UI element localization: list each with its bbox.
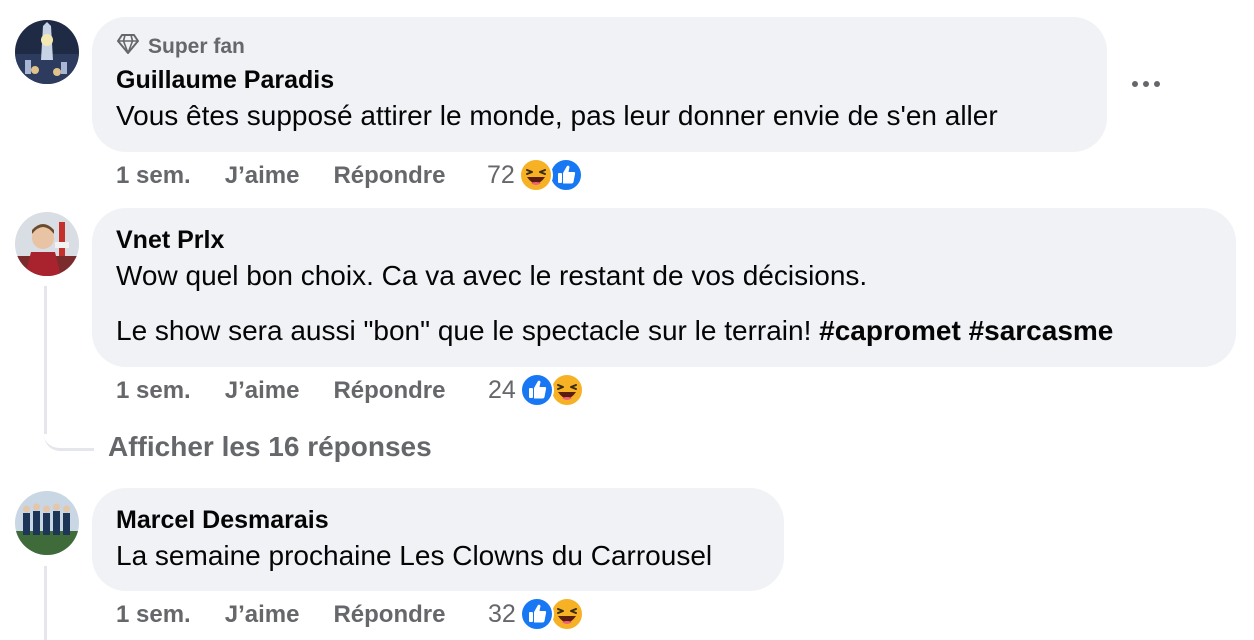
reply-button[interactable]: Répondre — [333, 162, 445, 190]
comment-time[interactable]: 1 sem. — [116, 377, 191, 405]
comment-bubble: Vnet Prlx Wow quel bon choix. Ca va avec… — [92, 208, 1236, 367]
comment-actions: 1 sem. J’aime Répondre — [116, 601, 445, 629]
diamond-icon — [116, 33, 140, 61]
comment-time[interactable]: 1 sem. — [116, 162, 191, 190]
comment-bubble: Super fan Guillaume Paradis Vous êtes su… — [92, 17, 1107, 152]
comment-text: La semaine prochaine Les Clowns du Carro… — [116, 540, 713, 571]
reaction-summary[interactable]: 72 — [487, 158, 583, 192]
comment-text-line-2: Le show sera aussi "bon" que le spectacl… — [116, 314, 1113, 348]
avatar-vnet-prlx[interactable] — [15, 212, 79, 276]
reaction-count: 24 — [488, 375, 516, 404]
comment-actions: 1 sem. J’aime Répondre — [116, 162, 445, 190]
comment-text-line-1: Wow quel bon choix. Ca va avec le restan… — [116, 260, 868, 291]
haha-reaction-icon — [549, 373, 584, 407]
comment-text-body: Le show sera aussi "bon" que le spectacl… — [116, 315, 820, 346]
like-reaction-icon — [519, 597, 554, 631]
reply-button[interactable]: Répondre — [333, 377, 445, 405]
comment-author[interactable]: Marcel Desmarais — [116, 505, 329, 535]
like-reaction-icon — [519, 373, 554, 407]
badge-label: Super fan — [148, 35, 245, 58]
comment-text: Vous êtes supposé attirer le monde, pas … — [116, 100, 998, 131]
view-replies-link[interactable]: Afficher les 16 réponses — [108, 431, 432, 463]
reaction-count: 32 — [488, 599, 516, 628]
reaction-summary[interactable]: 32 — [488, 597, 584, 631]
more-options-icon[interactable] — [1132, 81, 1160, 87]
comment-bubble: Marcel Desmarais La semaine prochaine Le… — [92, 488, 784, 591]
haha-reaction-icon — [549, 597, 584, 631]
like-button[interactable]: J’aime — [225, 601, 300, 629]
comment-author[interactable]: Vnet Prlx — [116, 225, 224, 255]
hashtag-link[interactable]: #capromet — [819, 315, 961, 346]
thread-line — [44, 566, 47, 640]
comment-actions: 1 sem. J’aime Répondre — [116, 377, 445, 405]
reaction-summary[interactable]: 24 — [488, 373, 584, 407]
comment-time[interactable]: 1 sem. — [116, 601, 191, 629]
thread-connector — [44, 420, 94, 451]
super-fan-badge: Super fan — [116, 33, 245, 61]
like-button[interactable]: J’aime — [225, 377, 300, 405]
avatar-guillaume-paradis[interactable] — [15, 20, 79, 84]
avatar-marcel-desmarais[interactable] — [15, 491, 79, 555]
hashtag-link[interactable]: #sarcasme — [969, 315, 1114, 346]
reaction-count: 72 — [487, 160, 515, 189]
thread-line — [44, 286, 47, 434]
haha-reaction-icon — [518, 158, 553, 192]
comment-author[interactable]: Guillaume Paradis — [116, 65, 334, 95]
like-button[interactable]: J’aime — [225, 162, 300, 190]
like-reaction-icon — [548, 158, 583, 192]
reply-button[interactable]: Répondre — [333, 601, 445, 629]
